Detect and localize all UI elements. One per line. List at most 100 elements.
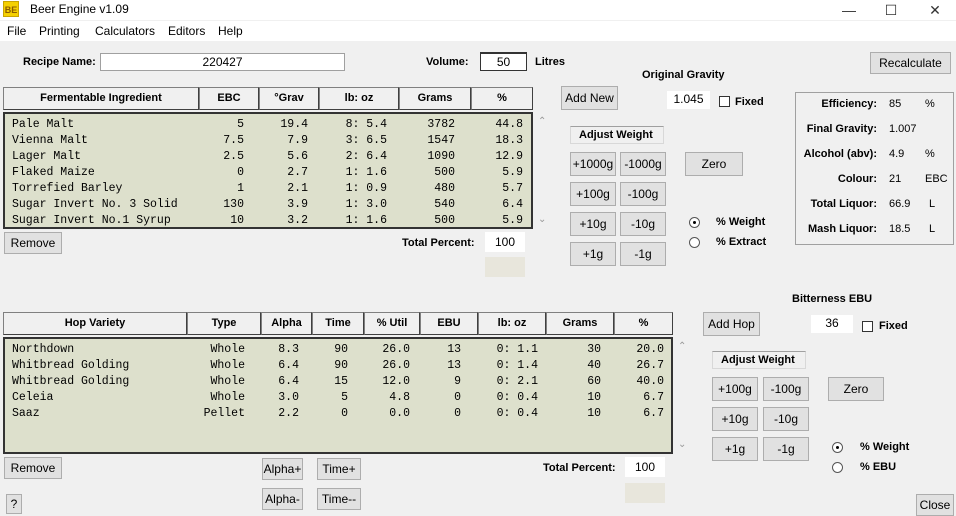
col-lboz[interactable]: lb: oz xyxy=(319,87,399,110)
menu-calculators[interactable]: Calculators xyxy=(95,24,155,38)
col-hop-grams[interactable]: Grams xyxy=(546,312,614,335)
scroll-down-icon[interactable]: ⌄ xyxy=(538,214,546,225)
plus-1g-button[interactable]: +1g xyxy=(570,242,616,266)
original-gravity-value[interactable]: 1.045 xyxy=(667,91,710,109)
time-minus-button[interactable]: Time-- xyxy=(317,488,361,510)
hop-minus-100g-button[interactable]: -100g xyxy=(763,377,809,401)
recalculate-button[interactable]: Recalculate xyxy=(870,52,951,74)
help-button[interactable]: ? xyxy=(6,494,22,514)
col-ebu[interactable]: EBU xyxy=(420,312,478,335)
list-item[interactable]: Sugar Invert No. 3 Solid 130 3.9 1: 3.0 … xyxy=(5,197,531,213)
col-hop-variety[interactable]: Hop Variety xyxy=(3,312,187,335)
col-grav[interactable]: °Grav xyxy=(259,87,319,110)
menu-file[interactable]: File xyxy=(7,24,26,38)
col-time[interactable]: Time xyxy=(312,312,364,335)
list-item[interactable]: Whitbread Golding Whole 6.4 15 12.0 9 0:… xyxy=(5,374,671,390)
total-liquor-unit: L xyxy=(929,198,936,210)
list-item[interactable]: Lager Malt 2.5 5.6 2: 6.4 1090 12.9 xyxy=(5,149,531,165)
remove-hop-button[interactable]: Remove xyxy=(4,457,62,479)
zero-button[interactable]: Zero xyxy=(685,152,743,176)
col-fermentable-ingredient[interactable]: Fermentable Ingredient xyxy=(3,87,199,110)
ingredient-lboz: 1: 0.9 xyxy=(345,182,387,195)
hop-minus-1g-button[interactable]: -1g xyxy=(763,437,809,461)
close-button[interactable]: Close xyxy=(916,494,954,516)
hop-zero-button[interactable]: Zero xyxy=(828,377,884,401)
menu-bar: File Printing Calculators Editors Help xyxy=(0,21,956,41)
col-percent[interactable]: % xyxy=(471,87,533,110)
alpha-minus-button[interactable]: Alpha- xyxy=(262,488,303,510)
alpha-plus-button[interactable]: Alpha+ xyxy=(262,458,303,480)
minus-100g-button[interactable]: -100g xyxy=(620,182,666,206)
list-item[interactable]: Pale Malt 5 19.4 8: 5.4 3782 44.8 xyxy=(5,117,531,133)
minus-10g-button[interactable]: -10g xyxy=(620,212,666,236)
hop-lboz: 0: 0.4 xyxy=(496,391,538,404)
list-item[interactable]: Vienna Malt 7.5 7.9 3: 6.5 1547 18.3 xyxy=(5,133,531,149)
menu-printing[interactable]: Printing xyxy=(39,24,80,38)
col-alpha[interactable]: Alpha xyxy=(261,312,312,335)
app-logo-icon: BE xyxy=(3,1,19,17)
hop-scroll-down-icon[interactable]: ⌄ xyxy=(678,439,686,450)
list-item[interactable]: Torrefied Barley 1 2.1 1: 0.9 480 5.7 xyxy=(5,181,531,197)
hop-time: 90 xyxy=(334,359,348,372)
title-bar: BE Beer Engine v1.09 — ☐ ✕ xyxy=(0,0,956,20)
ingredient-name: Torrefied Barley xyxy=(12,182,123,195)
hop-plus-1g-button[interactable]: +1g xyxy=(712,437,758,461)
fermentables-list[interactable]: Pale Malt 5 19.4 8: 5.4 3782 44.8 Vienna… xyxy=(3,112,533,229)
fermentable-blank-field xyxy=(485,257,525,277)
scroll-up-icon[interactable]: ⌃ xyxy=(538,116,546,127)
hop-ebu: 9 xyxy=(454,375,461,388)
list-item[interactable]: Flaked Maize 0 2.7 1: 1.6 500 5.9 xyxy=(5,165,531,181)
add-hop-button[interactable]: Add Hop xyxy=(703,312,760,336)
percent-extract-radio[interactable] xyxy=(689,237,700,248)
list-item[interactable]: Sugar Invert No.1 Syrup 10 3.2 1: 1.6 50… xyxy=(5,213,531,229)
fermentable-total-percent-value: 100 xyxy=(485,232,525,252)
menu-help[interactable]: Help xyxy=(218,24,243,38)
ingredient-name: Lager Malt xyxy=(12,150,82,163)
col-type[interactable]: Type xyxy=(187,312,261,335)
list-item[interactable]: Saaz Pellet 2.2 0 0.0 0 0: 0.4 10 6.7 xyxy=(5,406,671,422)
col-util[interactable]: % Util xyxy=(364,312,420,335)
menu-editors[interactable]: Editors xyxy=(168,24,205,38)
original-gravity-title: Original Gravity xyxy=(642,69,725,81)
hops-list[interactable]: Northdown Whole 8.3 90 26.0 13 0: 1.1 30… xyxy=(3,337,673,454)
minus-1000g-button[interactable]: -1000g xyxy=(620,152,666,176)
hop-scroll-up-icon[interactable]: ⌃ xyxy=(678,341,686,352)
maximize-icon[interactable]: ☐ xyxy=(868,0,914,20)
list-item[interactable]: Celeia Whole 3.0 5 4.8 0 0: 0.4 10 6.7 xyxy=(5,390,671,406)
plus-10g-button[interactable]: +10g xyxy=(570,212,616,236)
hop-plus-10g-button[interactable]: +10g xyxy=(712,407,758,431)
percent-weight-radio[interactable] xyxy=(689,217,700,228)
ingredient-grams: 500 xyxy=(434,214,455,227)
hop-plus-100g-button[interactable]: +100g xyxy=(712,377,758,401)
col-hop-lboz[interactable]: lb: oz xyxy=(478,312,546,335)
list-item[interactable]: Whitbread Golding Whole 6.4 90 26.0 13 0… xyxy=(5,358,671,374)
window-title: Beer Engine v1.09 xyxy=(30,2,129,16)
plus-100g-button[interactable]: +100g xyxy=(570,182,616,206)
hop-percent: 6.7 xyxy=(643,407,664,420)
ingredient-grams: 500 xyxy=(434,166,455,179)
minimize-icon[interactable]: — xyxy=(826,0,872,20)
hop-minus-10g-button[interactable]: -10g xyxy=(763,407,809,431)
hop-percent-weight-radio[interactable] xyxy=(832,442,843,453)
minus-1g-button[interactable]: -1g xyxy=(620,242,666,266)
efficiency-value[interactable]: 85 xyxy=(889,98,901,110)
col-ebc[interactable]: EBC xyxy=(199,87,259,110)
plus-1000g-button[interactable]: +1000g xyxy=(570,152,616,176)
hop-util: 26.0 xyxy=(382,359,410,372)
list-item[interactable]: Northdown Whole 8.3 90 26.0 13 0: 1.1 30… xyxy=(5,342,671,358)
recipe-name-input[interactable]: 220427 xyxy=(100,53,345,71)
gravity-fixed-checkbox[interactable] xyxy=(719,96,730,107)
percent-ebu-radio[interactable] xyxy=(832,462,843,473)
efficiency-label: Efficiency: xyxy=(821,98,877,110)
add-new-button[interactable]: Add New xyxy=(561,86,618,110)
col-hop-percent[interactable]: % xyxy=(614,312,673,335)
time-plus-button[interactable]: Time+ xyxy=(317,458,361,480)
mash-liquor-label: Mash Liquor: xyxy=(807,223,877,235)
close-window-icon[interactable]: ✕ xyxy=(912,0,956,20)
remove-fermentable-button[interactable]: Remove xyxy=(4,232,62,254)
volume-input[interactable]: 50 xyxy=(480,52,527,71)
bitterness-fixed-checkbox[interactable] xyxy=(862,321,873,332)
col-grams[interactable]: Grams xyxy=(399,87,471,110)
ingredient-lboz: 3: 6.5 xyxy=(345,134,387,147)
bitterness-value[interactable]: 36 xyxy=(811,315,853,333)
